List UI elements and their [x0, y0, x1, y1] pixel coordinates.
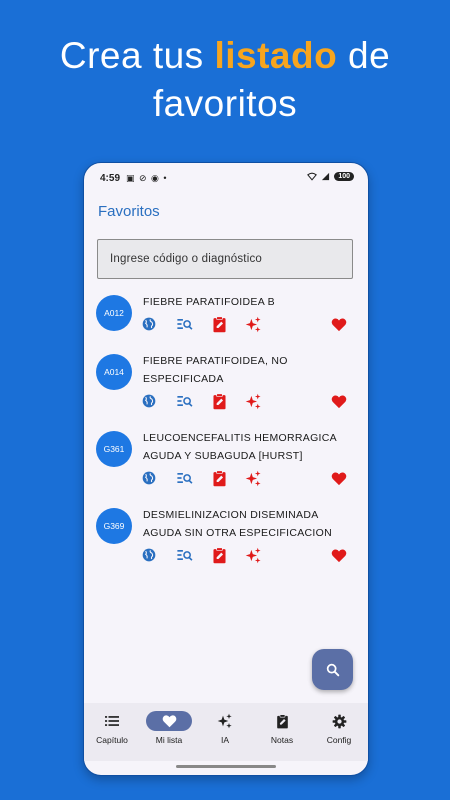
favorite-button[interactable]	[330, 469, 348, 487]
globe-icon	[142, 548, 156, 562]
sparkle-icon	[245, 393, 261, 409]
description-line-2: ESPECIFICADA	[143, 373, 224, 385]
gear-icon	[311, 711, 367, 731]
nav-label: IA	[220, 735, 230, 745]
nav-item-config[interactable]: Config	[311, 711, 367, 745]
web-search-button[interactable]	[140, 469, 158, 487]
favorite-button[interactable]	[330, 315, 348, 333]
notes-button[interactable]	[210, 546, 228, 564]
battery-indicator: 100	[334, 172, 354, 181]
diagnosis-code-badge: G361	[96, 431, 132, 467]
clipboard-edit-icon	[212, 392, 226, 409]
search-list-icon	[177, 550, 193, 561]
diagnosis-description: DESMIELINIZACION DISEMINADA AGUDA SIN OTR…	[143, 506, 353, 542]
search-related-button[interactable]	[176, 469, 194, 487]
status-bar: 4:59 ▣ ⊘ ◉ • 100	[84, 163, 368, 197]
web-search-button[interactable]	[140, 546, 158, 564]
notes-button[interactable]	[210, 315, 228, 333]
description-line-1: FIEBRE PARATIFOIDEA, NO	[143, 355, 288, 367]
list-icon	[84, 711, 140, 731]
nav-item-capitulo[interactable]: Capítulo	[84, 711, 140, 745]
favorite-item[interactable]: G369 DESMIELINIZACION DISEMINADA AGUDA SIN…	[84, 496, 368, 573]
search-related-button[interactable]	[176, 315, 194, 333]
item-actions	[140, 392, 355, 412]
item-actions	[140, 546, 355, 566]
ai-button[interactable]	[244, 315, 262, 333]
nav-label: Capítulo	[96, 735, 128, 745]
diagnosis-description: FIEBRE PARATIFOIDEA B	[143, 293, 353, 311]
headline-part1: Crea tus	[59, 35, 215, 76]
phone-screen: 4:59 ▣ ⊘ ◉ • 100 Favoritos Ingrese códig…	[83, 162, 369, 776]
favorite-item[interactable]: A014 FIEBRE PARATIFOIDEA, NO ESPECIFICADA	[84, 342, 368, 419]
web-search-button[interactable]	[140, 315, 158, 333]
headline-part2: de	[337, 35, 391, 76]
clipboard-edit-icon	[212, 469, 226, 486]
globe-icon	[142, 394, 156, 408]
nav-item-ia[interactable]: IA	[197, 711, 253, 745]
diagnosis-code-badge: A012	[96, 295, 132, 331]
description-line-2: AGUDA SIN OTRA ESPECIFICACION	[143, 527, 332, 539]
description-line-1: LEUCOENCEFALITIS HEMORRAGICA	[143, 432, 337, 444]
ai-button[interactable]	[244, 469, 262, 487]
web-search-button[interactable]	[140, 392, 158, 410]
search-related-button[interactable]	[176, 392, 194, 410]
nav-item-notas[interactable]: Notas	[254, 711, 310, 745]
home-indicator	[176, 765, 276, 768]
nav-label: Notas	[270, 735, 294, 745]
heart-icon	[331, 317, 347, 331]
search-list-icon	[177, 319, 193, 330]
sparkle-icon	[197, 711, 253, 731]
sparkle-icon	[245, 547, 261, 563]
globe-icon	[142, 317, 156, 331]
clipboard-edit-icon	[254, 711, 310, 731]
search-fab-button[interactable]	[312, 649, 353, 690]
nav-label: Config	[326, 735, 352, 745]
notes-button[interactable]	[210, 469, 228, 487]
favorite-button[interactable]	[330, 546, 348, 564]
notes-button[interactable]	[210, 392, 228, 410]
description-line-2: AGUDA Y SUBAGUDA [HURST]	[143, 450, 303, 462]
sparkle-icon	[245, 470, 261, 486]
nav-item-mi-lista[interactable]: Mi lista	[141, 711, 197, 745]
ai-button[interactable]	[244, 392, 262, 410]
heart-icon	[146, 711, 192, 731]
heart-icon	[331, 471, 347, 485]
item-actions	[140, 469, 355, 489]
bottom-navigation: Capítulo Mi lista IA Notas Config	[84, 703, 368, 761]
page-title: Favoritos	[98, 203, 160, 220]
item-actions	[140, 315, 355, 335]
search-list-icon	[177, 396, 193, 407]
diagnosis-code-badge: G369	[96, 508, 132, 544]
wifi-icon	[307, 172, 318, 181]
search-input[interactable]: Ingrese código o diagnóstico	[97, 239, 353, 279]
favorite-item[interactable]: G361 LEUCOENCEFALITIS HEMORRAGICA AGUDA Y …	[84, 419, 368, 496]
heart-icon	[331, 548, 347, 562]
description-line-1: FIEBRE PARATIFOIDEA B	[143, 296, 275, 308]
favorite-button[interactable]	[330, 392, 348, 410]
promo-headline: Crea tus listado de favoritos	[0, 32, 450, 128]
globe-icon	[142, 471, 156, 485]
search-list-icon	[177, 473, 193, 484]
headline-line2: favoritos	[152, 83, 298, 124]
heart-icon	[331, 394, 347, 408]
ai-button[interactable]	[244, 546, 262, 564]
favorite-item[interactable]: A012 FIEBRE PARATIFOIDEA B	[84, 283, 368, 342]
nav-label: Mi lista	[155, 735, 183, 745]
diagnosis-description: FIEBRE PARATIFOIDEA, NO ESPECIFICADA	[143, 352, 353, 388]
sparkle-icon	[245, 316, 261, 332]
signal-icon	[322, 172, 330, 181]
headline-highlight: listado	[214, 35, 338, 76]
clipboard-edit-icon	[212, 546, 226, 563]
status-notification-icons: ▣ ⊘ ◉ •	[126, 173, 168, 183]
diagnosis-description: LEUCOENCEFALITIS HEMORRAGICA AGUDA Y SUBA…	[143, 429, 353, 465]
status-time: 4:59	[100, 173, 121, 184]
search-related-button[interactable]	[176, 546, 194, 564]
search-icon	[326, 663, 339, 676]
diagnosis-code-badge: A014	[96, 354, 132, 390]
description-line-1: DESMIELINIZACION DISEMINADA	[143, 509, 319, 521]
favorites-list: A012 FIEBRE PARATIFOIDEA B A014 FIEBRE PARA…	[84, 283, 368, 573]
clipboard-edit-icon	[212, 315, 226, 332]
